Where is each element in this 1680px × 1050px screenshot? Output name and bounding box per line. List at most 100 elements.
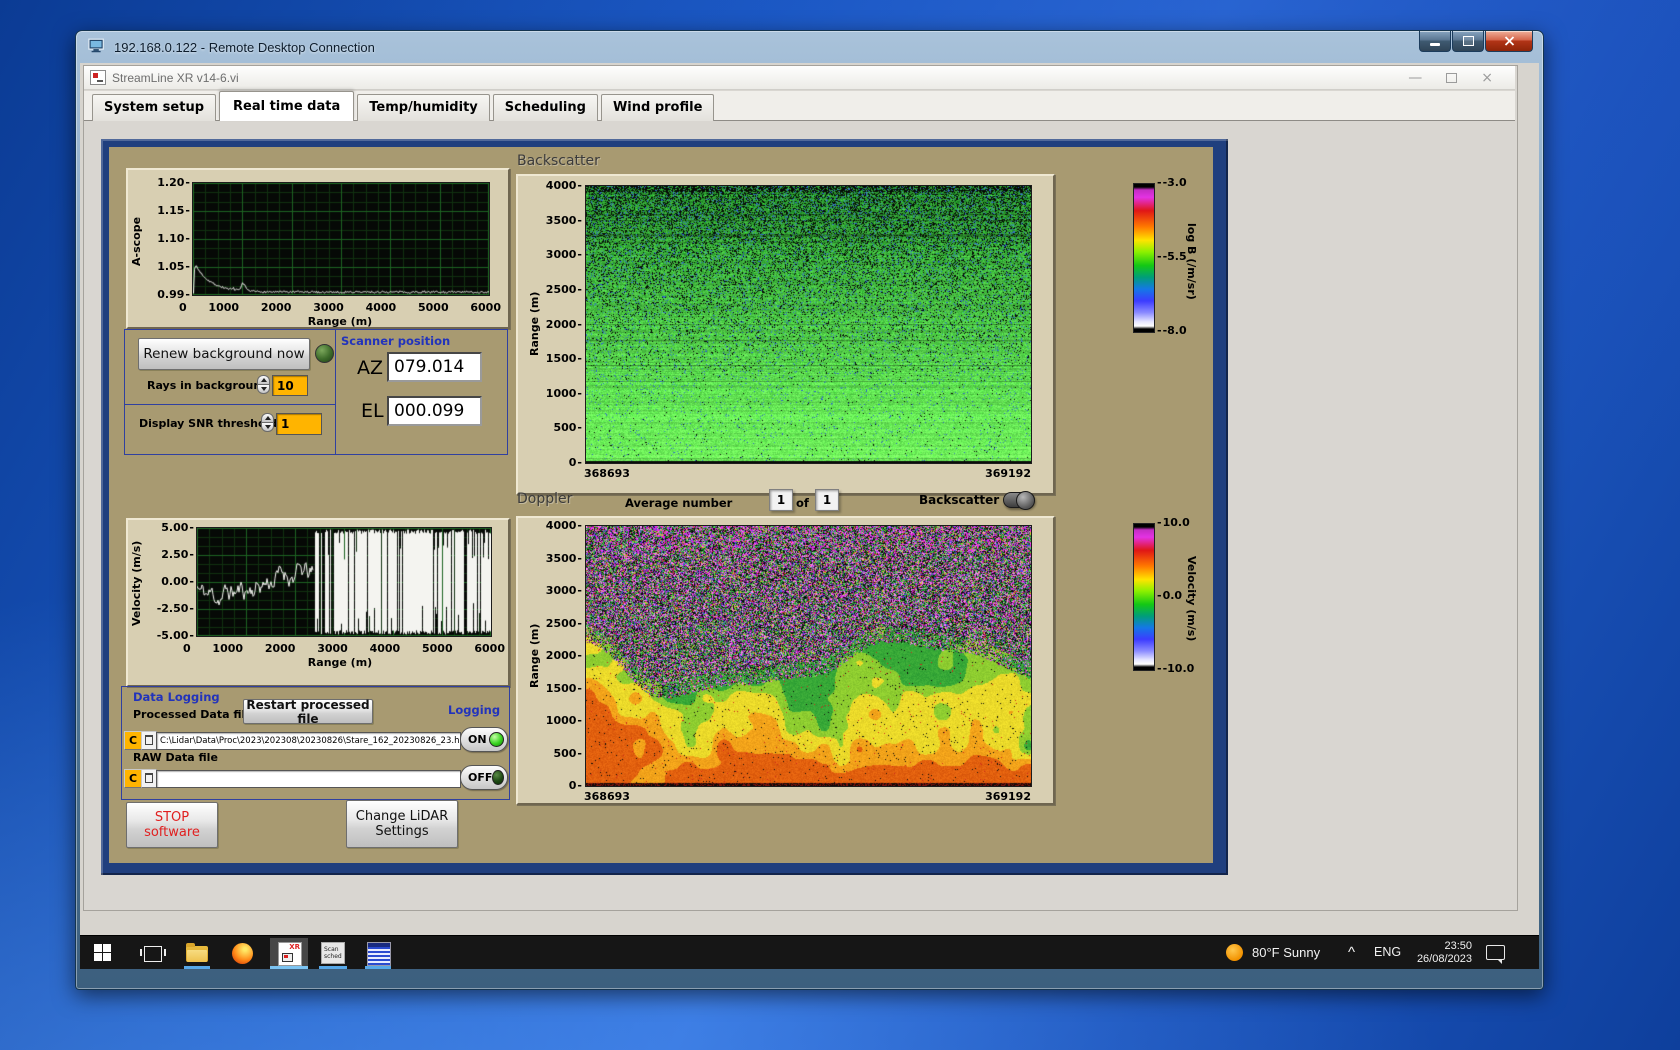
app-minimize-icon[interactable]: — <box>1408 71 1422 85</box>
raw-path-field[interactable] <box>156 770 461 788</box>
ascope-y-axis-label: A-scope <box>130 216 143 266</box>
minimize-button[interactable] <box>1419 31 1451 52</box>
tab-wind-profile[interactable]: Wind profile <box>600 94 715 121</box>
tick-label: 500 <box>553 747 582 760</box>
weather-text[interactable]: 80°F Sunny <box>1252 945 1320 960</box>
stop-software-button[interactable]: STOP software <box>126 802 218 848</box>
snr-decrement-button[interactable] <box>261 422 274 432</box>
start-button[interactable] <box>94 944 111 961</box>
processed-drive-button[interactable]: C <box>124 731 142 750</box>
backscatter-x-end: 369192 <box>985 467 1031 480</box>
tick-label: 1.10 <box>157 233 190 245</box>
minimize-icon <box>1430 42 1440 46</box>
document-app-button[interactable] <box>367 942 391 966</box>
tab-temp-humidity[interactable]: Temp/humidity <box>357 94 490 121</box>
restore-button[interactable] <box>1452 31 1484 52</box>
xr-icon-label: XR <box>289 943 300 951</box>
restart-processed-file-button[interactable]: Restart processed file <box>243 698 373 726</box>
tick-label: 3000 <box>313 301 344 314</box>
restore-icon <box>1462 36 1474 46</box>
app-restore-icon[interactable] <box>1446 72 1458 83</box>
tick-label: 2.50 <box>161 549 194 561</box>
snr-threshold-label: Display SNR threshold <box>139 417 278 430</box>
backscatter-x-start: 368693 <box>584 467 630 480</box>
tick-label: 1000 <box>546 387 582 400</box>
tab-real-time-data[interactable]: Real time data <box>219 91 355 121</box>
renew-background-button[interactable]: Renew background now <box>138 338 310 370</box>
remote-desktop: StreamLine XR v14-6.vi — × System setup … <box>80 63 1539 969</box>
background-led-indicator <box>315 344 334 363</box>
tick-label: 4000 <box>546 180 582 192</box>
average-total-field[interactable]: 1 <box>815 489 839 511</box>
tick-label: 1000 <box>208 301 240 314</box>
app-close-icon[interactable]: × <box>1481 71 1493 85</box>
backscatter-toggle-switch[interactable] <box>1003 491 1035 510</box>
streamline-xr-taskbar-button[interactable]: XR <box>270 938 308 969</box>
rdp-window-controls <box>1418 31 1533 52</box>
tick-label: 0 <box>183 642 191 655</box>
app-titlebar[interactable]: StreamLine XR v14-6.vi — × <box>84 66 1515 90</box>
tick-label: 500 <box>553 422 582 434</box>
scan-icon-line2: sched <box>324 953 342 960</box>
raw-logging-led <box>492 770 504 785</box>
backscatter-heatmap <box>585 185 1032 464</box>
scan-scheduler-button[interactable]: Scan sched <box>321 942 345 964</box>
tick-label: 2000 <box>264 642 296 655</box>
rdp-window-title: 192.168.0.122 - Remote Desktop Connectio… <box>114 39 375 55</box>
tick-label: 3000 <box>546 249 582 261</box>
tick-label: 5000 <box>417 301 449 314</box>
controls-divider-vertical <box>335 330 336 454</box>
raw-browse-icon[interactable] <box>141 769 157 788</box>
raw-logging-toggle[interactable]: OFF <box>460 765 508 790</box>
tick-label: 6000 <box>470 301 501 314</box>
tab-system-setup[interactable]: System setup <box>92 94 217 121</box>
average-of-label: of <box>796 496 809 510</box>
toggle-knob <box>1016 491 1035 510</box>
tick-label: 4000 <box>546 520 582 532</box>
tick-label: 0.99 <box>157 289 190 301</box>
snr-threshold-field[interactable]: 1 <box>276 413 322 435</box>
tick-label: 3500 <box>546 552 582 565</box>
processed-logging-toggle[interactable]: ON <box>460 727 508 752</box>
tick-label: 4000 <box>365 301 397 314</box>
change-button-line2: Settings <box>375 824 429 839</box>
change-lidar-settings-button[interactable]: Change LiDAR Settings <box>346 800 458 848</box>
tray-chevron-icon[interactable]: ^ <box>1348 944 1355 961</box>
tick-label: 10.0 <box>1157 517 1194 529</box>
firefox-button[interactable] <box>232 943 253 964</box>
folder-icon <box>186 943 208 962</box>
controls-divider-horizontal <box>125 404 335 405</box>
processed-browse-icon[interactable] <box>141 731 157 750</box>
elevation-value: 000.099 <box>387 396 482 426</box>
weather-tray-button[interactable] <box>1226 944 1243 961</box>
firefox-icon <box>232 943 253 964</box>
rays-in-background-field[interactable]: 10 <box>272 375 308 396</box>
tab-bar: System setup Real time data Temp/humidit… <box>84 91 1515 121</box>
close-button[interactable] <box>1485 31 1533 52</box>
notification-center-icon[interactable] <box>1486 945 1505 964</box>
clock[interactable]: 23:50 26/08/2023 <box>1408 940 1472 966</box>
snr-spinner <box>261 413 274 432</box>
rdp-titlebar[interactable]: 192.168.0.122 - Remote Desktop Connectio… <box>76 31 1543 63</box>
stop-button-line1: STOP <box>154 810 190 825</box>
task-view-button[interactable] <box>140 946 166 962</box>
doppler-heatmap <box>585 525 1032 787</box>
raw-drive-button[interactable]: C <box>124 769 142 788</box>
file-explorer-button[interactable] <box>186 943 208 962</box>
average-number-field[interactable]: 1 <box>769 489 793 511</box>
data-logging-box: Data Logging Processed Data file Restart… <box>121 686 510 800</box>
app-title: StreamLine XR v14-6.vi <box>112 70 239 85</box>
tick-label: 1.05 <box>157 261 190 273</box>
tick-label: 1500 <box>546 353 582 365</box>
rays-decrement-button[interactable] <box>257 384 270 394</box>
tick-label: 1.20 <box>157 177 190 189</box>
tick-label: 2000 <box>546 318 582 331</box>
language-indicator[interactable]: ENG <box>1374 945 1401 959</box>
average-number-label: Average number <box>625 496 733 510</box>
processed-path-field[interactable]: C:\Lidar\Data\Proc\2023\202308\20230826\… <box>156 732 461 750</box>
app-icon <box>90 70 106 85</box>
tab-scheduling[interactable]: Scheduling <box>492 94 598 121</box>
stop-button-line2: software <box>144 825 200 840</box>
close-icon <box>1504 36 1514 46</box>
backscatter-colorbar-label: log B (/m/sr) <box>1185 222 1198 300</box>
